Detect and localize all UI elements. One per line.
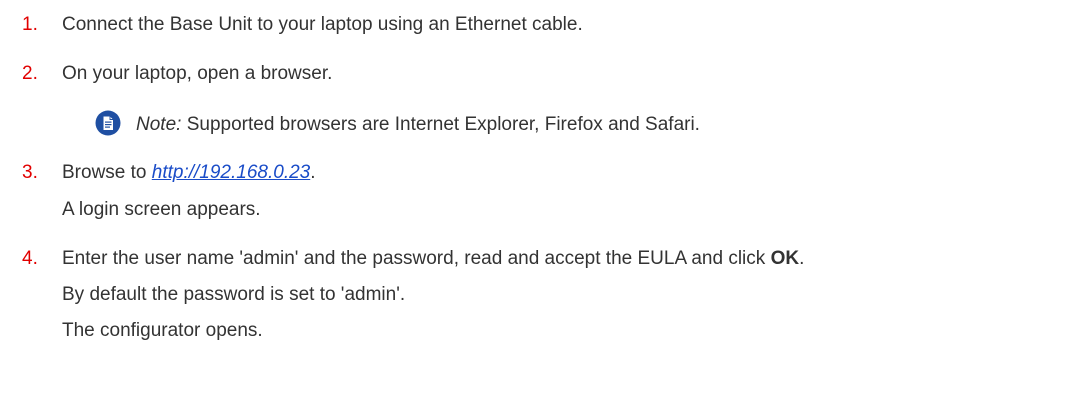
step-number: 1. <box>22 14 38 35</box>
ok-label: OK <box>770 248 800 269</box>
browse-suffix: . <box>310 162 316 183</box>
step-text: Browse to http://192.168.0.23. <box>62 162 316 184</box>
note-body: Supported browsers are Internet Explorer… <box>181 114 700 135</box>
step-number: 3. <box>22 162 38 183</box>
ip-address-link[interactable]: http://192.168.0.23 <box>152 162 310 183</box>
step-followup: The configurator opens. <box>62 320 263 341</box>
note-label: Note: <box>136 114 182 135</box>
step-4-suffix: . <box>799 248 805 269</box>
step-followup: A login screen appears. <box>62 199 261 220</box>
browse-prefix: Browse to <box>62 162 152 183</box>
step-4-text: Enter the user name 'admin' and the pass… <box>62 248 771 269</box>
note-text: Note: Supported browsers are Internet Ex… <box>136 113 700 137</box>
step-text: On your laptop, open a browser. <box>62 63 333 84</box>
step-text: Enter the user name 'admin' and the pass… <box>62 248 804 270</box>
step-number: 2. <box>22 63 38 84</box>
step-number: 4. <box>22 248 38 269</box>
note-document-icon <box>95 110 121 136</box>
step-text: Connect the Base Unit to your laptop usi… <box>62 14 583 35</box>
step-followup: By default the password is set to 'admin… <box>62 284 406 305</box>
